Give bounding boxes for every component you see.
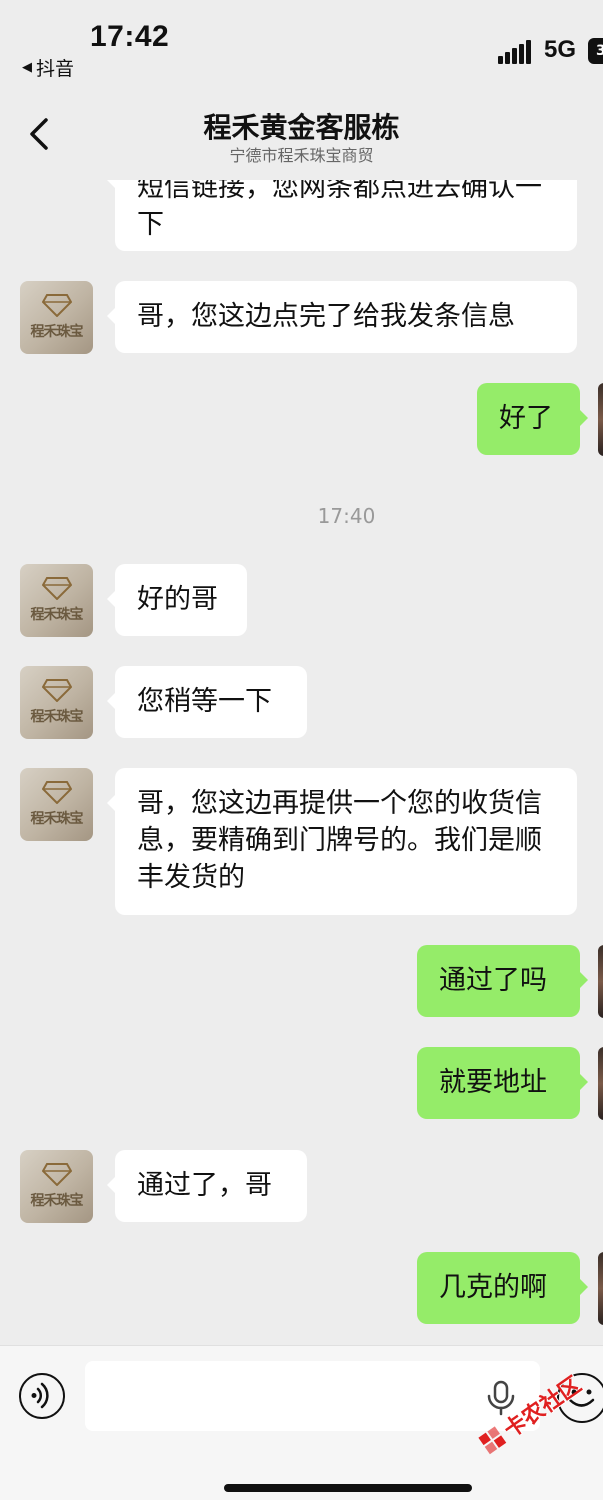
contact-avatar[interactable]: 程禾珠宝 (20, 768, 93, 841)
chat-subtitle: 宁德市程禾珠宝商贸 (229, 146, 374, 165)
message-text: 就要地址 (439, 1067, 547, 1098)
avatar-brand-text: 程禾珠宝 (30, 1193, 84, 1209)
status-bar: 17:42 ◀ 抖音 5G 3 (0, 0, 603, 90)
battery-icon: 3 (588, 38, 603, 64)
message-bubble-incoming[interactable]: 哥，您这边再提供一个您的收货信息，要精确到门牌号的。我们是顺丰发货的 (107, 768, 577, 915)
self-avatar[interactable] (598, 1047, 603, 1120)
diamond-icon (42, 781, 72, 804)
diamond-icon (42, 294, 72, 317)
message-text: 好的哥 (137, 584, 218, 615)
contact-avatar[interactable]: 程禾珠宝 (20, 564, 93, 637)
voice-input-button[interactable] (19, 1373, 65, 1419)
message-bubble-outgoing[interactable]: 几克的啊 (417, 1252, 588, 1324)
message-text: 哥，您这边再提供一个您的收货信息，要精确到门牌号的。我们是顺丰发货的 (137, 788, 542, 893)
message-text: 几克的啊 (439, 1272, 547, 1303)
self-avatar[interactable] (598, 1252, 603, 1325)
back-triangle-icon: ◀ (22, 60, 32, 75)
message-bubble-incoming[interactable]: 好的哥 (107, 564, 247, 636)
message-bubble-incoming[interactable]: 哥，您这边点完了给我发条信息 (107, 281, 577, 353)
self-avatar[interactable] (598, 383, 603, 456)
voice-wave-icon (31, 1382, 49, 1409)
back-app-label: 抖音 (36, 58, 75, 80)
back-to-app-link[interactable]: ◀ 抖音 (22, 54, 74, 81)
message-text: 好了 (499, 403, 553, 434)
avatar-brand-text: 程禾珠宝 (30, 709, 84, 725)
chat-title: 程禾黄金客服栋 (203, 111, 400, 144)
home-indicator[interactable] (224, 1484, 472, 1492)
status-time: 17:42 (90, 20, 170, 53)
message-text: 哥，您这边点完了给我发条信息 (137, 301, 515, 332)
message-bubble-outgoing[interactable]: 通过了吗 (417, 945, 588, 1017)
self-avatar[interactable] (598, 945, 603, 1018)
contact-avatar[interactable]: 程禾珠宝 (20, 666, 93, 739)
message-input[interactable] (85, 1361, 540, 1431)
network-type: 5G (544, 36, 577, 63)
diamond-icon (42, 679, 72, 702)
time-separator: 17:40 (317, 504, 376, 528)
message-text: 通过了，哥 (137, 1170, 272, 1201)
chat-header: 程禾黄金客服栋 宁德市程禾珠宝商贸 (0, 90, 603, 180)
message-text: 通过了吗 (439, 965, 547, 996)
avatar-brand-text: 程禾珠宝 (30, 607, 84, 623)
message-text: 短信链接，您网条都点进去确认一下 (137, 172, 542, 240)
avatar-brand-text: 程禾珠宝 (30, 324, 84, 340)
message-bubble-outgoing[interactable]: 好了 (477, 383, 588, 455)
diamond-icon (42, 1163, 72, 1186)
diamond-icon (42, 577, 72, 600)
signal-icon (498, 40, 531, 64)
contact-avatar[interactable]: 程禾珠宝 (20, 281, 93, 354)
message-bubble-incoming[interactable]: 通过了，哥 (107, 1150, 307, 1222)
avatar-brand-text: 程禾珠宝 (30, 811, 84, 827)
contact-avatar[interactable]: 程禾珠宝 (20, 1150, 93, 1223)
message-text: 您稍等一下 (137, 686, 272, 717)
message-bubble-incoming[interactable]: 您稍等一下 (107, 666, 307, 738)
message-bubble-outgoing[interactable]: 就要地址 (417, 1047, 588, 1119)
